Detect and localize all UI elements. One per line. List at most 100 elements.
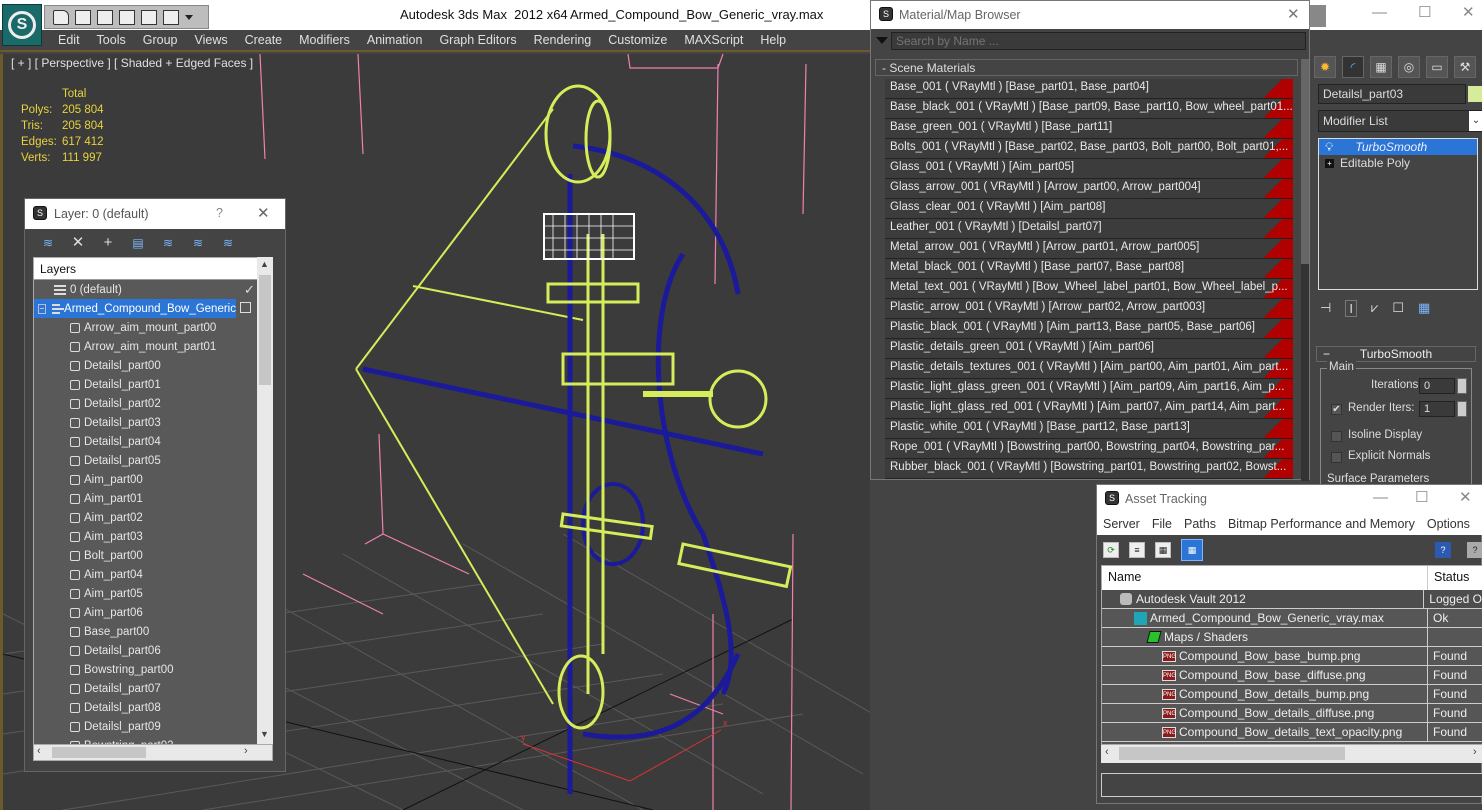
close-button[interactable]: ✕ xyxy=(1287,5,1300,23)
modify-tab-icon[interactable]: ◜ xyxy=(1342,56,1364,78)
column-header-status[interactable]: Status xyxy=(1428,566,1475,590)
customize-dropdown-icon[interactable] xyxy=(185,14,193,20)
layer-object-row[interactable]: Aim_part03 xyxy=(34,527,272,546)
close-window-button[interactable]: ✕ xyxy=(1462,3,1475,21)
display-tab-icon[interactable]: ▭ xyxy=(1426,56,1448,78)
scene-materials-section[interactable]: - Scene Materials xyxy=(875,59,1298,76)
menu-help[interactable]: Help xyxy=(760,33,786,47)
highlight-layer-icon[interactable]: ≋ xyxy=(159,235,177,251)
scroll-up-icon[interactable]: ▲ xyxy=(260,259,269,269)
menu-file[interactable]: File xyxy=(1152,517,1172,531)
layer-object-row[interactable]: Detailsl_part08 xyxy=(34,698,272,717)
explicit-normals-checkbox[interactable] xyxy=(1331,452,1342,463)
column-header-name[interactable]: Name xyxy=(1102,566,1428,590)
help-button[interactable]: ? xyxy=(216,206,223,220)
minimize-button[interactable]: — xyxy=(1372,4,1387,21)
asset-row[interactable]: Autodesk Vault 2012 Logged O xyxy=(1102,590,1482,609)
menu-options[interactable]: Options xyxy=(1427,517,1470,531)
layer-object-row[interactable]: Detailsl_part02 xyxy=(34,394,272,413)
material-row[interactable]: Leather_001 ( VRayMtl ) [Detailsl_part07… xyxy=(885,219,1293,239)
asset-row[interactable]: PNG Compound_Bow_base_diffuse.png Found xyxy=(1102,666,1482,685)
material-row[interactable]: Plastic_details_textures_001 ( VRayMtl )… xyxy=(885,359,1293,379)
scroll-right-icon[interactable]: › xyxy=(1473,746,1477,758)
layers-column-header[interactable]: Layers xyxy=(34,258,272,280)
make-unique-icon[interactable]: ⩗ xyxy=(1371,300,1378,317)
redo-icon[interactable] xyxy=(141,9,157,25)
menu-bitmap-performance[interactable]: Bitmap Performance and Memory xyxy=(1228,517,1415,531)
expand-icon[interactable]: + xyxy=(1325,158,1334,168)
material-row[interactable]: Metal_text_001 ( VRayMtl ) [Bow_Wheel_la… xyxy=(885,279,1293,299)
asset-row[interactable]: PNG Compound_Bow_details_bump.png Found xyxy=(1102,685,1482,704)
material-row[interactable]: Bolts_001 ( VRayMtl ) [Base_part02, Base… xyxy=(885,139,1293,159)
show-end-result-icon[interactable]: I xyxy=(1345,300,1357,317)
asset-row[interactable]: PNG Compound_Bow_base_bump.png Found xyxy=(1102,647,1482,666)
material-row[interactable]: Glass_arrow_001 ( VRayMtl ) [Arrow_part0… xyxy=(885,179,1293,199)
iterations-spinner-arrows[interactable] xyxy=(1457,378,1467,394)
menu-animation[interactable]: Animation xyxy=(367,33,423,47)
table-view-icon[interactable]: ▦ xyxy=(1181,539,1203,561)
refresh-icon[interactable]: ⟳ xyxy=(1103,542,1119,558)
menu-tools[interactable]: Tools xyxy=(97,33,126,47)
iterations-spinner[interactable] xyxy=(1419,378,1455,394)
material-row[interactable]: Base_black_001 ( VRayMtl ) [Base_part09,… xyxy=(885,99,1293,119)
menu-graph-editors[interactable]: Graph Editors xyxy=(439,33,516,47)
menu-maxscript[interactable]: MAXScript xyxy=(684,33,743,47)
material-row[interactable]: Plastic_black_001 ( VRayMtl ) [Aim_part1… xyxy=(885,319,1293,339)
stack-item-turbosmooth[interactable]: 💡︎ TurboSmooth xyxy=(1319,139,1477,155)
open-file-icon[interactable] xyxy=(53,9,69,25)
material-row[interactable]: Plastic_white_001 ( VRayMtl ) [Base_part… xyxy=(885,419,1293,439)
layer-vertical-scrollbar[interactable]: ▲ ▼ xyxy=(257,257,273,744)
asset-row[interactable]: PNG Compound_Bow_details_diffuse.png Found xyxy=(1102,704,1482,723)
scroll-right-icon[interactable]: › xyxy=(244,745,248,757)
scroll-thumb[interactable] xyxy=(1301,59,1309,264)
asset-tracking-titlebar[interactable]: S Asset Tracking — ☐ ✕ xyxy=(1097,485,1482,513)
motion-tab-icon[interactable]: ◎ xyxy=(1398,56,1420,78)
menu-paths[interactable]: Paths xyxy=(1184,517,1216,531)
layer-dialog-titlebar[interactable]: S Layer: 0 (default) ? ✕ xyxy=(25,199,285,229)
freeze-all-icon[interactable]: ≋ xyxy=(219,235,237,251)
current-layer-check-icon[interactable]: ✓ xyxy=(244,282,258,297)
menu-edit[interactable]: Edit xyxy=(58,33,80,47)
configure-modifier-sets-icon[interactable]: ▦ xyxy=(1418,300,1430,317)
menu-views[interactable]: Views xyxy=(194,33,227,47)
menu-modifiers[interactable]: Modifiers xyxy=(299,33,350,47)
hide-all-icon[interactable]: ≋ xyxy=(189,235,207,251)
layer-list[interactable]: Layers 0 (default) ✓ − Armed_Compound_Bo… xyxy=(33,257,273,761)
menu-create[interactable]: Create xyxy=(245,33,283,47)
collapse-icon[interactable]: − xyxy=(38,303,46,314)
viewport-label[interactable]: [ + ] [ Perspective ] [ Shaded + Edged F… xyxy=(11,56,253,70)
material-row[interactable]: Base_green_001 ( VRayMtl ) [Base_part11] xyxy=(885,119,1293,139)
material-row[interactable]: Rubber_black_001 ( VRayMtl ) [Bowstring_… xyxy=(885,459,1293,479)
help-disabled-icon[interactable]: ? xyxy=(1467,542,1482,558)
layer-object-row[interactable]: Detailsl_part05 xyxy=(34,451,272,470)
layer-object-row[interactable]: Aim_part04 xyxy=(34,565,272,584)
material-row[interactable]: Plastic_details_green_001 ( VRayMtl ) [A… xyxy=(885,339,1293,359)
maximize-button[interactable]: ☐ xyxy=(1418,3,1431,21)
material-row[interactable]: Metal_black_001 ( VRayMtl ) [Base_part07… xyxy=(885,259,1293,279)
asset-row[interactable]: Maps / Shaders xyxy=(1102,628,1482,647)
material-row[interactable]: Glass_001 ( VRayMtl ) [Aim_part05] xyxy=(885,159,1293,179)
scroll-left-icon[interactable]: ‹ xyxy=(37,745,41,757)
object-color-swatch[interactable] xyxy=(1468,86,1482,102)
close-button[interactable]: ✕ xyxy=(1459,488,1472,506)
utilities-tab-icon[interactable]: ⚒ xyxy=(1454,56,1476,78)
scroll-thumb[interactable] xyxy=(1119,747,1345,760)
object-name-input[interactable] xyxy=(1318,84,1466,104)
lightbulb-icon[interactable]: 💡︎ xyxy=(1325,140,1333,155)
undo-icon[interactable] xyxy=(97,9,113,25)
material-row[interactable]: Plastic_arrow_001 ( VRayMtl ) [Arrow_par… xyxy=(885,299,1293,319)
asset-row[interactable]: Armed_Compound_Bow_Generic_vray.max Ok xyxy=(1102,609,1482,628)
layer-object-row[interactable]: Detailsl_part06 xyxy=(34,641,272,660)
material-row[interactable]: Glass_clear_001 ( VRayMtl ) [Aim_part08] xyxy=(885,199,1293,219)
set-current-checkbox[interactable] xyxy=(240,302,251,313)
scroll-down-icon[interactable]: ▼ xyxy=(260,729,269,739)
material-row[interactable]: Plastic_light_glass_green_001 ( VRayMtl … xyxy=(885,379,1293,399)
material-row[interactable]: Plastic_light_glass_red_001 ( VRayMtl ) … xyxy=(885,399,1293,419)
asset-path-field[interactable] xyxy=(1101,773,1482,797)
scroll-thumb[interactable] xyxy=(259,275,271,385)
rollout-header[interactable]: − TurboSmooth xyxy=(1316,346,1476,362)
layer-object-row[interactable]: Detailsl_part07 xyxy=(34,679,272,698)
stack-item-editable-poly[interactable]: + Editable Poly xyxy=(1319,155,1477,171)
material-row[interactable]: Base_001 ( VRayMtl ) [Base_part01, Base_… xyxy=(885,79,1293,99)
menu-rendering[interactable]: Rendering xyxy=(534,33,592,47)
